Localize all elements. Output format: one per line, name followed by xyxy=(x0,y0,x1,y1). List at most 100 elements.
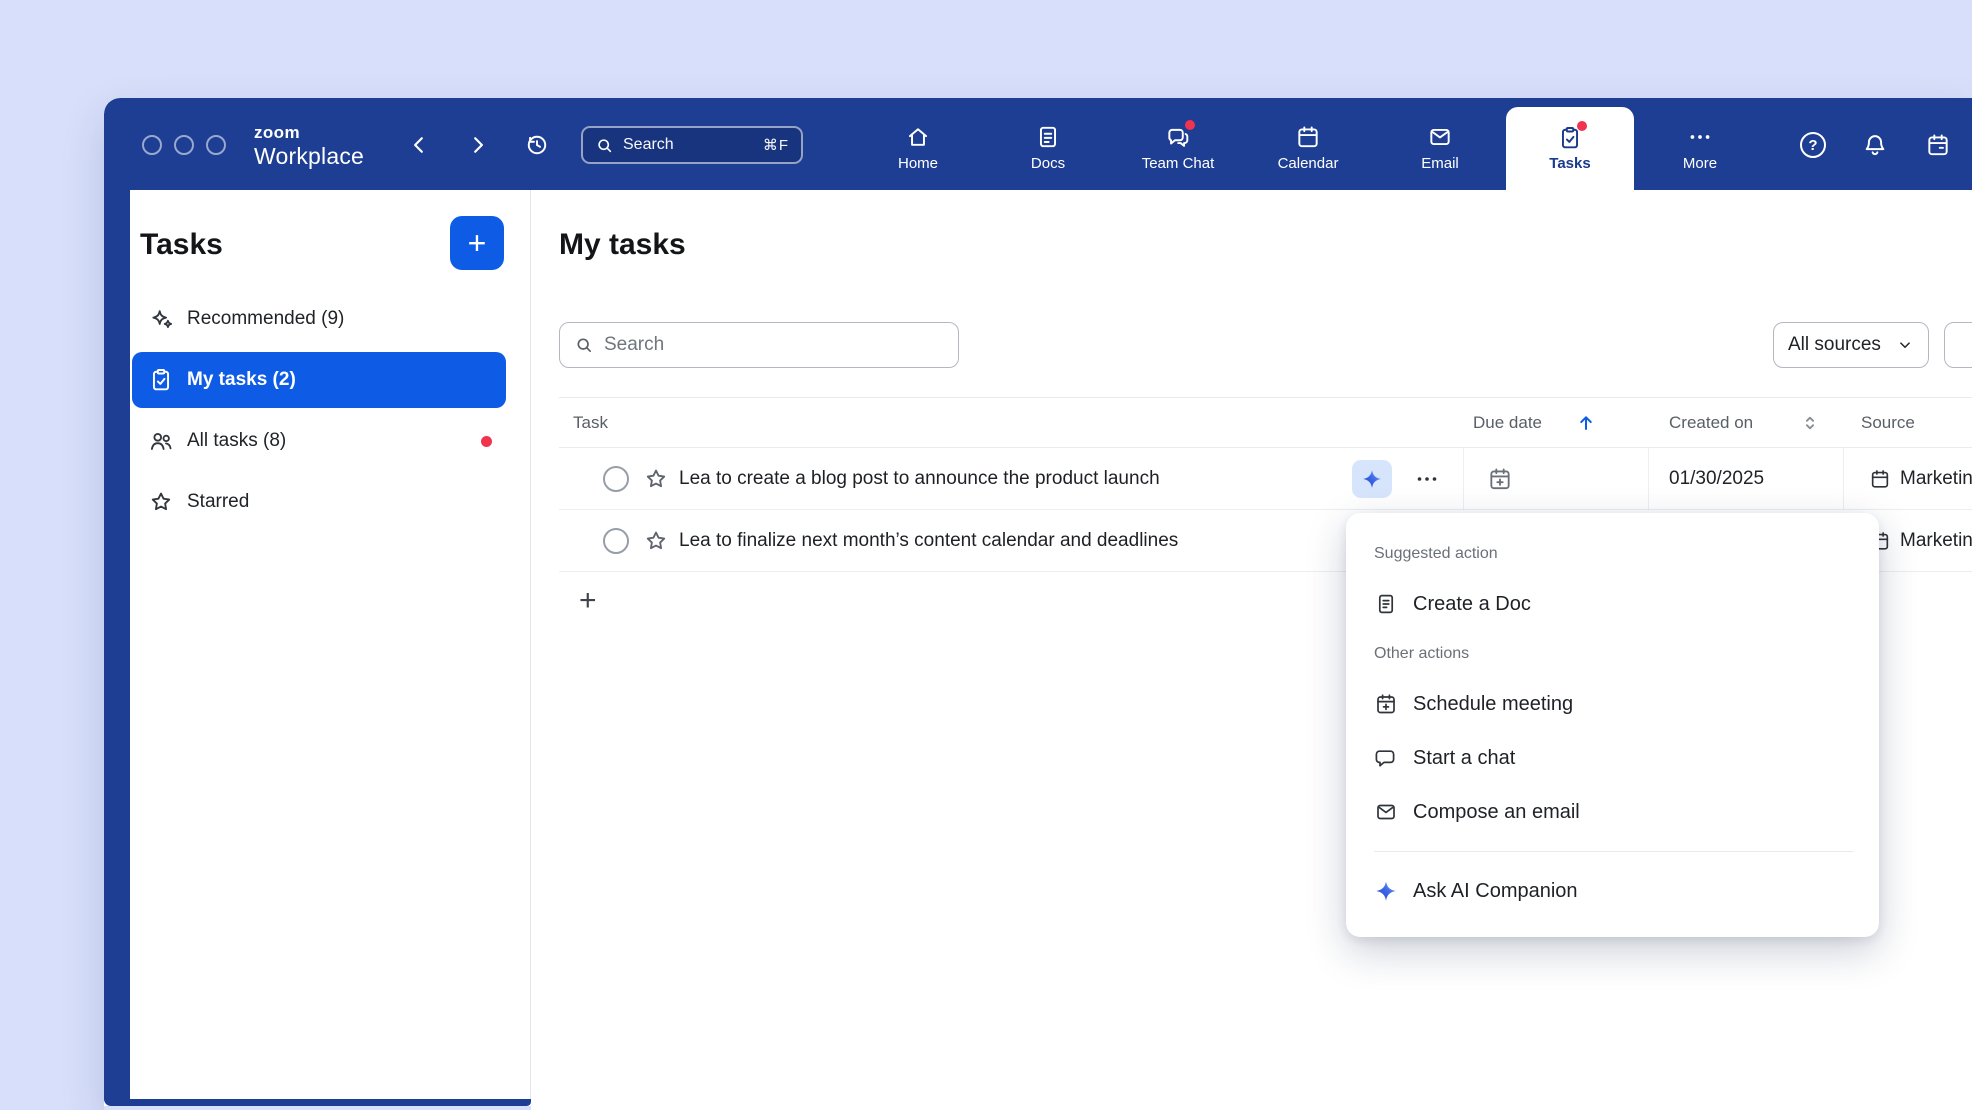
menu-item-compose-email[interactable]: Compose an email xyxy=(1374,785,1853,839)
left-rail xyxy=(104,190,130,1099)
sidebar: Tasks + Recommended (9) My tasks (2) xyxy=(130,190,531,1099)
team-chat-unread-badge xyxy=(1185,120,1195,130)
menu-item-start-chat[interactable]: Start a chat xyxy=(1374,731,1853,785)
ai-sparkle-icon xyxy=(1361,468,1383,490)
menu-item-create-doc[interactable]: Create a Doc xyxy=(1374,577,1853,631)
nav-home-label: Home xyxy=(898,155,938,172)
search-icon xyxy=(595,136,614,155)
nav-back-button[interactable] xyxy=(406,132,432,158)
sidebar-item-label: Recommended (9) xyxy=(187,308,344,330)
tasks-unread-badge xyxy=(1577,121,1587,131)
nav-home[interactable]: Home xyxy=(863,124,973,172)
calendar-icon xyxy=(1295,124,1321,150)
menu-item-schedule-meeting[interactable]: Schedule meeting xyxy=(1374,677,1853,731)
unread-dot xyxy=(481,436,492,447)
nav-email[interactable]: Email xyxy=(1385,124,1495,172)
column-due-date[interactable]: Due date xyxy=(1473,413,1542,433)
logo-zoom-text: zoom xyxy=(254,124,364,141)
menu-item-label: Ask AI Companion xyxy=(1413,880,1578,903)
column-task[interactable]: Task xyxy=(573,413,608,433)
menu-section-label: Suggested action xyxy=(1374,531,1853,577)
help-icon: ? xyxy=(1808,137,1817,154)
star-icon[interactable] xyxy=(643,466,669,492)
sidebar-item-my-tasks[interactable]: My tasks (2) xyxy=(132,352,506,408)
plus-icon: + xyxy=(579,586,597,616)
more-icon xyxy=(1687,124,1713,150)
sparkle-icon xyxy=(148,306,174,332)
sidebar-title: Tasks xyxy=(140,228,223,262)
add-due-date-button[interactable] xyxy=(1487,466,1513,492)
ellipsis-icon xyxy=(1413,467,1441,491)
email-icon xyxy=(1374,800,1398,824)
sidebar-item-all-tasks[interactable]: All tasks (8) xyxy=(132,413,506,469)
chevron-down-icon xyxy=(1896,336,1914,354)
search-icon xyxy=(574,335,594,355)
zoom-workplace-logo: zoom Workplace xyxy=(254,124,364,168)
menu-item-label: Compose an email xyxy=(1413,801,1580,824)
menu-section-label: Other actions xyxy=(1374,631,1853,677)
calendar-panel-icon xyxy=(1925,132,1951,158)
history-button[interactable] xyxy=(524,132,550,158)
clipboard-check-icon xyxy=(148,367,174,393)
help-button[interactable]: ? xyxy=(1800,132,1826,158)
nav-forward-button[interactable] xyxy=(465,132,491,158)
nav-tasks-active[interactable]: Tasks xyxy=(1506,107,1634,190)
nav-calendar-label: Calendar xyxy=(1278,155,1339,172)
nav-more-label: More xyxy=(1683,155,1717,172)
page-title: My tasks xyxy=(559,228,686,262)
menu-item-label: Start a chat xyxy=(1413,747,1515,770)
nav-docs-label: Docs xyxy=(1031,155,1065,172)
ai-companion-button[interactable] xyxy=(1352,460,1392,498)
task-title[interactable]: Lea to create a blog post to announce th… xyxy=(679,468,1160,490)
nav-more[interactable]: More xyxy=(1645,124,1755,172)
window-bottom-gap xyxy=(104,1106,531,1110)
doc-icon xyxy=(1374,592,1398,616)
nav-tasks-label: Tasks xyxy=(1549,155,1590,172)
source-cell[interactable]: Marketing xyxy=(1869,468,1972,490)
star-icon[interactable] xyxy=(643,528,669,554)
sidebar-item-starred[interactable]: Starred xyxy=(132,474,506,530)
sort-updown-icon[interactable] xyxy=(1799,412,1821,434)
docs-icon xyxy=(1035,124,1061,150)
source-cell[interactable]: Marketing xyxy=(1869,530,1972,552)
window-control-dot-2[interactable] xyxy=(174,135,194,155)
notifications-button[interactable] xyxy=(1862,132,1888,158)
sidebar-item-recommended[interactable]: Recommended (9) xyxy=(132,291,506,347)
column-divider xyxy=(1648,448,1649,509)
created-on-value: 01/30/2025 xyxy=(1669,468,1764,490)
global-search[interactable]: Search ⌘F xyxy=(581,126,803,164)
task-checkbox[interactable] xyxy=(603,528,629,554)
global-search-placeholder: Search xyxy=(623,136,674,154)
column-divider xyxy=(1843,448,1844,509)
window-control-dot-3[interactable] xyxy=(206,135,226,155)
logo-workplace-text: Workplace xyxy=(254,145,364,168)
menu-item-ask-ai[interactable]: Ask AI Companion xyxy=(1374,864,1853,918)
table-header: Task Due date Created on Source xyxy=(559,397,1972,448)
screen: zoom Workplace Search ⌘F Home xyxy=(0,0,1972,1110)
source-value: Marketing xyxy=(1900,468,1972,490)
people-icon xyxy=(148,428,174,454)
nav-team-chat[interactable]: Team Chat xyxy=(1123,124,1233,172)
nav-docs[interactable]: Docs xyxy=(993,124,1103,172)
more-actions-button[interactable] xyxy=(1413,467,1445,491)
ai-action-menu: Suggested action Create a Doc Other acti… xyxy=(1346,513,1879,937)
filter-button-cutoff[interactable] xyxy=(1944,322,1972,368)
task-row[interactable]: Lea to create a blog post to announce th… xyxy=(559,448,1972,510)
source-value: Marketing xyxy=(1900,530,1972,552)
column-created-on[interactable]: Created on xyxy=(1669,413,1753,433)
source-filter-label: All sources xyxy=(1788,334,1881,356)
sort-asc-icon[interactable] xyxy=(1575,412,1597,434)
task-search-input[interactable] xyxy=(604,334,944,356)
add-task-button[interactable]: + xyxy=(450,216,504,270)
email-icon xyxy=(1427,124,1453,150)
window-control-dot-1[interactable] xyxy=(142,135,162,155)
home-icon xyxy=(905,124,931,150)
nav-calendar[interactable]: Calendar xyxy=(1253,124,1363,172)
source-filter-dropdown[interactable]: All sources xyxy=(1773,322,1929,368)
task-title[interactable]: Lea to finalize next month’s content cal… xyxy=(679,530,1178,552)
task-checkbox[interactable] xyxy=(603,466,629,492)
history-icon xyxy=(524,132,550,158)
column-source[interactable]: Source xyxy=(1861,413,1915,433)
column-divider xyxy=(1463,448,1464,509)
schedule-button[interactable] xyxy=(1925,132,1951,158)
